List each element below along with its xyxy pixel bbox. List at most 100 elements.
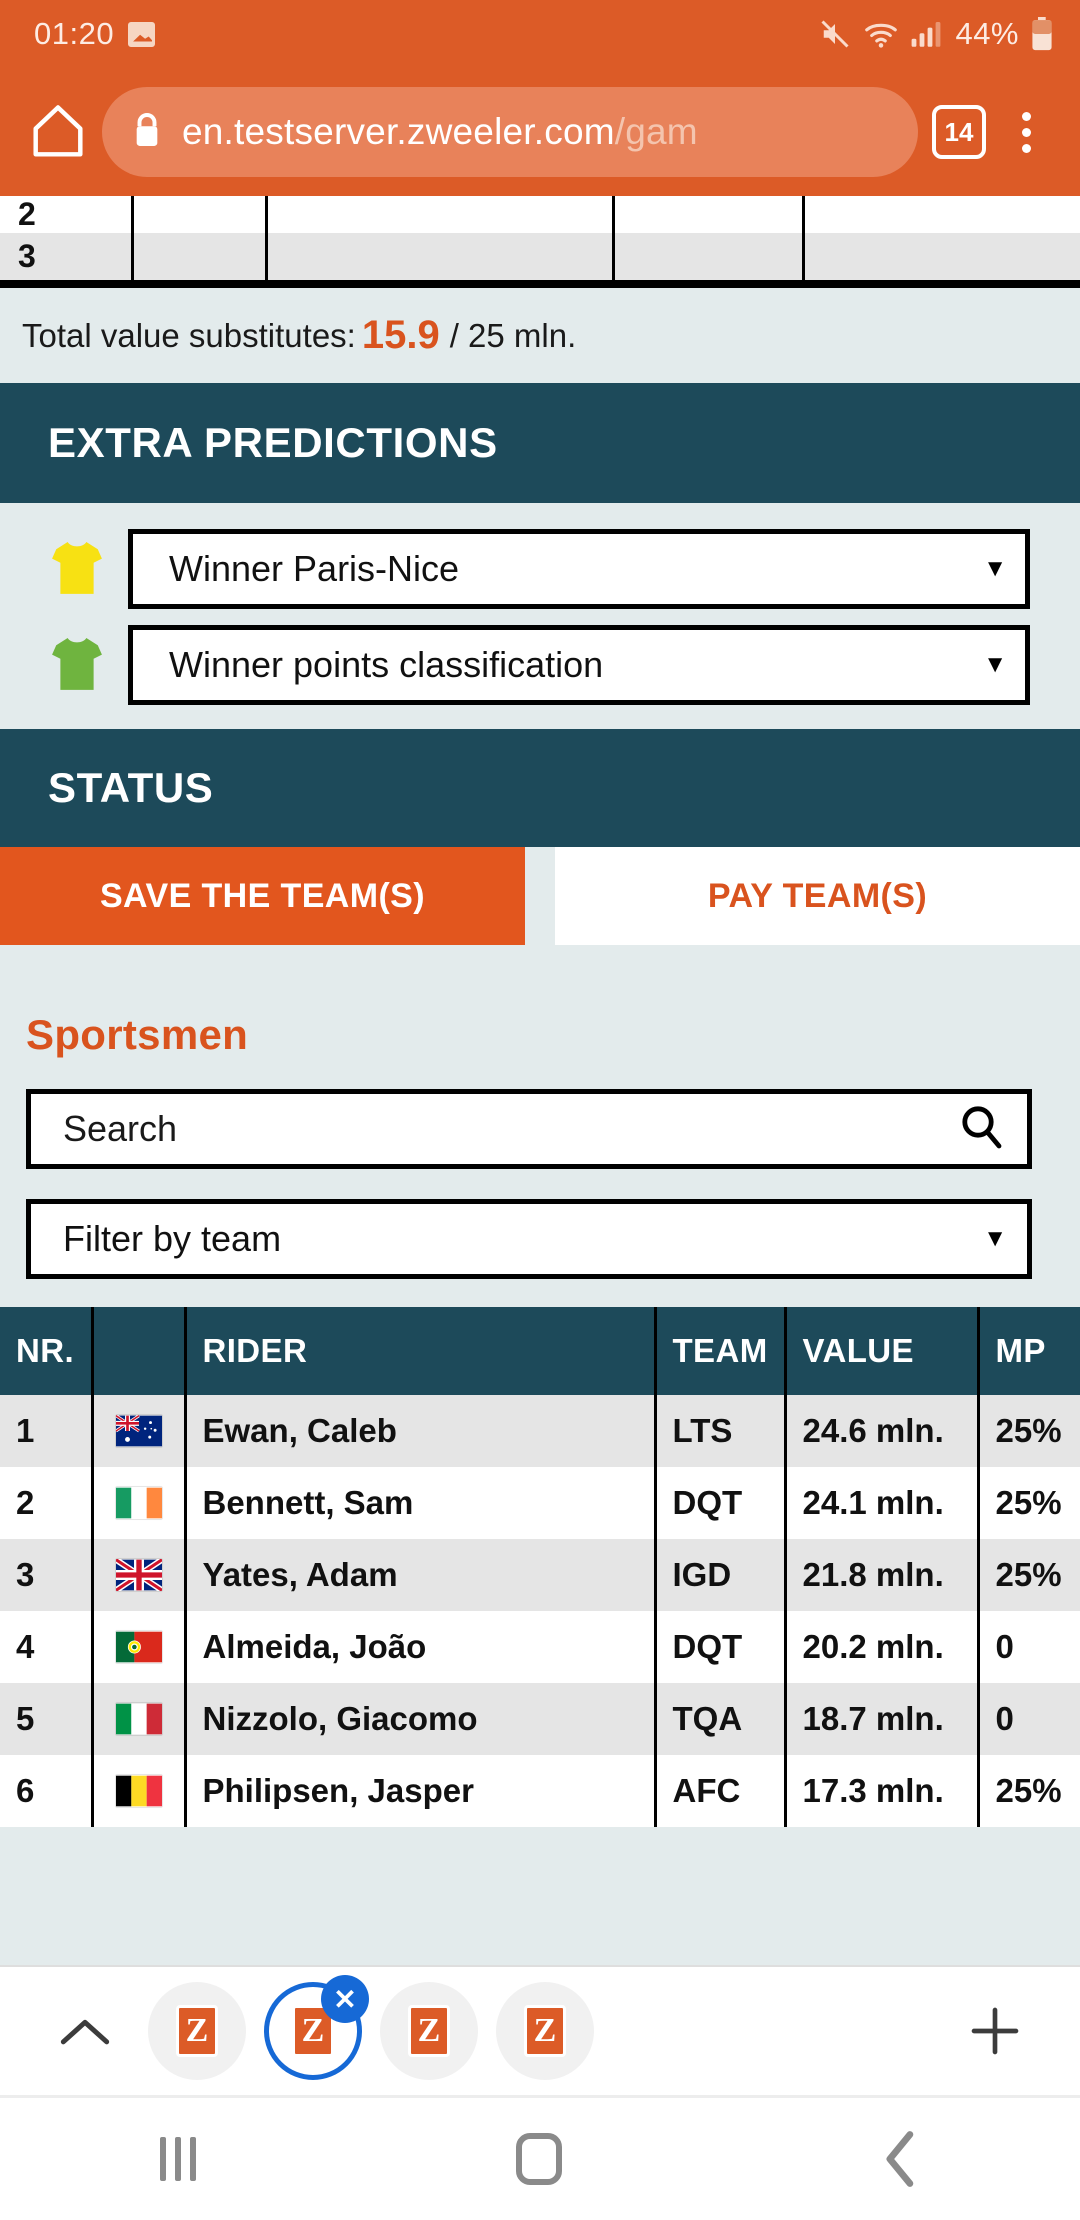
table-cell-flag bbox=[134, 233, 268, 280]
winner-points-classification-select[interactable]: Winner points classification ▼ bbox=[128, 625, 1030, 705]
green-jersey-icon bbox=[48, 635, 106, 695]
home-square-icon[interactable] bbox=[516, 2133, 562, 2185]
cell-flag bbox=[92, 1539, 187, 1611]
flag-australia bbox=[94, 1395, 184, 1467]
filter-by-team-select[interactable]: Filter by team ▼ bbox=[26, 1199, 1032, 1279]
cell-flag bbox=[92, 1395, 187, 1467]
select-value: Winner points classification bbox=[169, 644, 604, 685]
table-row[interactable]: 2 bbox=[0, 196, 1080, 233]
tab-count-button[interactable]: 14 bbox=[932, 105, 986, 159]
cell-value: 20.2 mln. bbox=[785, 1611, 980, 1683]
close-tab-icon[interactable]: ✕ bbox=[321, 1975, 369, 2023]
column-header-rider[interactable]: RIDER bbox=[185, 1307, 657, 1395]
column-header-flag bbox=[92, 1307, 187, 1395]
plus-icon[interactable] bbox=[950, 2003, 1040, 2059]
cell-rider[interactable]: Almeida, João bbox=[185, 1611, 657, 1683]
android-navigation-bar bbox=[0, 2095, 1080, 2220]
select-value: Winner Paris-Nice bbox=[169, 548, 460, 589]
column-header-value[interactable]: VALUE bbox=[785, 1307, 980, 1395]
cell-nr: 6 bbox=[0, 1755, 94, 1827]
recents-icon[interactable] bbox=[160, 2137, 196, 2181]
table-row[interactable]: 2 Bennett, Sam DQT 24.1 mln. 25% bbox=[0, 1467, 1080, 1539]
back-chevron-icon[interactable] bbox=[882, 2130, 920, 2188]
riders-table-body: 1 Ewan, Caleb LTS 24.6 mln. 25% 2 Bennet… bbox=[0, 1395, 1080, 1827]
table-row[interactable]: 4 Almeida, João DQT 20.2 mln. 0 bbox=[0, 1611, 1080, 1683]
table-cell-rider bbox=[268, 233, 615, 280]
riders-table: NR. RIDER TEAM VALUE MP 1 Ewan, Caleb LT… bbox=[0, 1307, 1080, 1827]
url-text: en.testserver.zweeler.com/gam bbox=[182, 111, 698, 152]
cell-rider[interactable]: Nizzolo, Giacomo bbox=[185, 1683, 657, 1755]
lock-icon bbox=[132, 111, 162, 154]
table-row[interactable]: 6 Philipsen, Jasper AFC 17.3 mln. 25% bbox=[0, 1755, 1080, 1827]
wifi-icon bbox=[863, 19, 899, 49]
flag-portugal bbox=[94, 1611, 184, 1683]
cell-rider[interactable]: Bennett, Sam bbox=[185, 1467, 657, 1539]
column-header-nr[interactable]: NR. bbox=[0, 1307, 94, 1395]
search-placeholder: Search bbox=[63, 1108, 178, 1149]
kebab-menu-icon[interactable] bbox=[1000, 111, 1052, 153]
cell-value: 21.8 mln. bbox=[785, 1539, 980, 1611]
chevron-up-icon[interactable] bbox=[40, 2014, 130, 2048]
clock: 01:20 bbox=[34, 16, 115, 51]
table-cell-team bbox=[615, 196, 805, 233]
browser-tab-strip: Z Z ✕ Z Z bbox=[0, 1965, 1080, 2095]
chevron-down-icon: ▼ bbox=[983, 1225, 1007, 1252]
table-row[interactable]: 3 bbox=[0, 233, 1080, 280]
column-header-mp[interactable]: MP bbox=[978, 1307, 1080, 1395]
prediction-row-points: Winner points classification ▼ bbox=[0, 625, 1080, 705]
browser-tab-4[interactable]: Z bbox=[496, 1982, 594, 2080]
search-icon[interactable] bbox=[957, 1103, 1005, 1156]
riders-table-head: NR. RIDER TEAM VALUE MP bbox=[0, 1307, 1080, 1395]
cell-mp: 25% bbox=[978, 1467, 1080, 1539]
tab-list: Z Z ✕ Z Z bbox=[130, 1975, 950, 2080]
table-cell-team bbox=[615, 233, 805, 280]
pay-teams-button[interactable]: PAY TEAM(S) bbox=[555, 847, 1080, 945]
zweeler-favicon: Z bbox=[524, 2005, 566, 2057]
status-buttons: SAVE THE TEAM(S) PAY TEAM(S) bbox=[0, 847, 1080, 945]
cell-team: TQA bbox=[655, 1683, 787, 1755]
chevron-down-icon: ▼ bbox=[983, 555, 1007, 582]
battery-icon bbox=[1030, 17, 1054, 51]
browser-tab-3[interactable]: Z bbox=[380, 1982, 478, 2080]
cell-value: 24.6 mln. bbox=[785, 1395, 980, 1467]
sportsmen-filters: Search Filter by team ▼ bbox=[0, 1059, 1080, 1279]
column-header-team[interactable]: TEAM bbox=[655, 1307, 787, 1395]
total-value-limit: / 25 mln. bbox=[449, 316, 577, 354]
table-cell-value bbox=[805, 233, 1080, 280]
browser-tab-1[interactable]: Z bbox=[148, 1982, 246, 2080]
table-row[interactable]: 1 Ewan, Caleb LTS 24.6 mln. 25% bbox=[0, 1395, 1080, 1467]
cell-team: DQT bbox=[655, 1611, 787, 1683]
cell-rider[interactable]: Philipsen, Jasper bbox=[185, 1755, 657, 1827]
chevron-down-icon: ▼ bbox=[983, 651, 1007, 678]
cell-mp: 25% bbox=[978, 1539, 1080, 1611]
table-row[interactable]: 5 Nizzolo, Giacomo TQA 18.7 mln. 0 bbox=[0, 1683, 1080, 1755]
total-value-amount: 15.9 bbox=[361, 313, 440, 357]
zweeler-favicon: Z bbox=[176, 2005, 218, 2057]
cell-nr: 5 bbox=[0, 1683, 94, 1755]
table-cell-nr: 2 bbox=[0, 196, 134, 233]
zweeler-favicon: Z bbox=[408, 2005, 450, 2057]
cell-rider[interactable]: Ewan, Caleb bbox=[185, 1395, 657, 1467]
status-heading: STATUS bbox=[0, 729, 1080, 847]
table-cell-nr: 3 bbox=[0, 233, 134, 280]
filter-value: Filter by team bbox=[63, 1218, 282, 1259]
search-input[interactable]: Search bbox=[26, 1089, 1032, 1169]
cell-value: 17.3 mln. bbox=[785, 1755, 980, 1827]
browser-tab-2-selected[interactable]: Z ✕ bbox=[264, 1975, 369, 2080]
cell-rider[interactable]: Yates, Adam bbox=[185, 1539, 657, 1611]
browser-toolbar: en.testserver.zweeler.com/gam 14 bbox=[0, 68, 1080, 196]
table-row[interactable]: 3 Yates, Adam IGD 21.8 mln. 25% bbox=[0, 1539, 1080, 1611]
web-page-content: 2 3 Total value substitutes: 15.9 / 25 m… bbox=[0, 196, 1080, 1965]
cell-mp: 0 bbox=[978, 1611, 1080, 1683]
flag-belgium bbox=[94, 1755, 184, 1827]
table-cell-rider bbox=[268, 196, 615, 233]
cell-nr: 3 bbox=[0, 1539, 94, 1611]
cell-team: IGD bbox=[655, 1539, 787, 1611]
home-icon[interactable] bbox=[28, 103, 88, 161]
address-bar[interactable]: en.testserver.zweeler.com/gam bbox=[102, 87, 918, 177]
cell-nr: 2 bbox=[0, 1467, 94, 1539]
winner-paris-nice-select[interactable]: Winner Paris-Nice ▼ bbox=[128, 529, 1030, 609]
sportsmen-title: Sportsmen bbox=[26, 1011, 249, 1058]
cell-mp: 25% bbox=[978, 1755, 1080, 1827]
save-the-teams-button[interactable]: SAVE THE TEAM(S) bbox=[0, 847, 525, 945]
